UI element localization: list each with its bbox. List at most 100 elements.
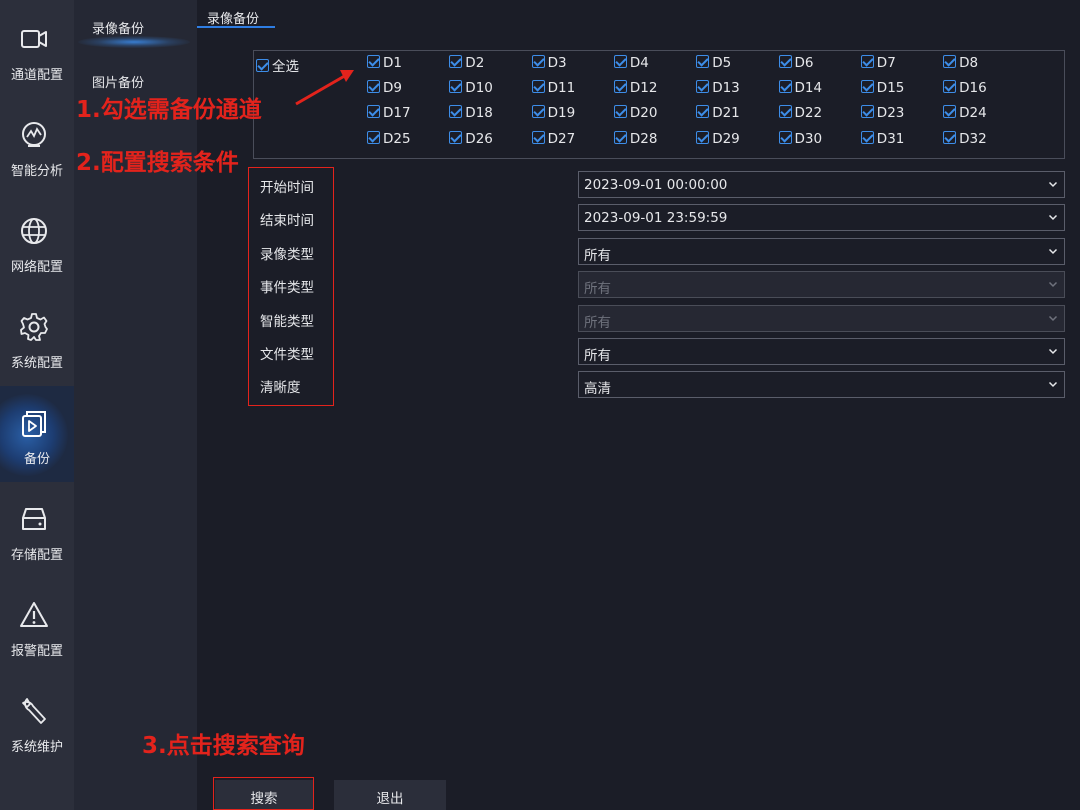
nav-label: 系统配置 <box>10 356 63 371</box>
field-select[interactable]: 2023-09-01 00:00:00 <box>578 171 1065 198</box>
channel-checkbox[interactable]: D13 <box>696 80 740 96</box>
channel-checkbox[interactable]: D10 <box>449 80 493 96</box>
checkbox-label: D18 <box>465 105 493 122</box>
annotation-labels-box <box>248 167 334 406</box>
channel-checkbox[interactable]: D16 <box>943 80 987 96</box>
checkbox-checked-icon <box>613 80 627 94</box>
checkbox-label: D13 <box>712 80 740 97</box>
storage-icon <box>22 508 46 530</box>
channel-checkbox[interactable]: D3 <box>531 55 567 71</box>
select-value: 所有 <box>584 348 611 364</box>
nav-item-system-maintenance[interactable]: 系统维护 <box>0 674 74 770</box>
wrench-icon <box>22 698 46 724</box>
checkbox-label: D15 <box>876 80 905 97</box>
nav-item-alarm-config[interactable]: 报警配置 <box>0 578 74 674</box>
channel-checkbox[interactable]: D24 <box>943 105 987 121</box>
chevron-down-icon <box>1048 181 1058 188</box>
submenu-video-backup[interactable]: 录像备份 <box>92 18 144 37</box>
chevron-down-icon <box>1048 348 1058 355</box>
checkbox-label: D25 <box>383 130 411 147</box>
checkbox-checked-icon <box>860 80 874 94</box>
channel-checkbox[interactable]: D17 <box>367 105 411 121</box>
checkbox-checked-icon <box>613 105 627 119</box>
channel-checkbox[interactable]: D27 <box>531 130 575 147</box>
nav-item-channel-config[interactable]: 通道配置 <box>0 2 74 98</box>
nav-item-system-config[interactable]: 系统配置 <box>0 290 74 386</box>
channel-checkbox[interactable]: D21 <box>696 105 740 121</box>
channel-checkbox[interactable]: D18 <box>449 105 493 121</box>
nav-item-storage-config[interactable]: 存储配置 <box>0 482 74 578</box>
select-value: 2023-09-01 23:59:59 <box>584 210 728 226</box>
channel-checkbox[interactable]: D5 <box>696 55 731 71</box>
channel-checkbox[interactable]: D20 <box>613 105 658 122</box>
channel-checkbox[interactable]: D31 <box>860 130 904 147</box>
submenu-picture-backup[interactable]: 图片备份 <box>92 72 144 91</box>
nav-label: 网络配置 <box>10 260 63 275</box>
checkbox-label: D23 <box>876 105 905 122</box>
channel-checkbox[interactable]: D22 <box>778 105 823 122</box>
channel-checkbox[interactable]: D14 <box>778 80 822 96</box>
channel-checkbox[interactable]: D23 <box>860 105 905 122</box>
channel-checkbox[interactable]: D11 <box>531 80 575 96</box>
channel-checkbox[interactable]: D30 <box>778 130 822 147</box>
annotation-arrow <box>295 70 354 106</box>
channel-checkbox[interactable]: D19 <box>531 105 575 121</box>
checkbox-label: D29 <box>712 130 740 147</box>
field-select[interactable]: 高清 <box>578 371 1065 398</box>
nav-item-smart-analysis[interactable]: 智能分析 <box>0 98 74 194</box>
chevron-down-icon <box>1048 315 1058 322</box>
channel-checkbox[interactable]: D1 <box>367 55 402 71</box>
checkbox-checked-icon <box>860 55 874 68</box>
select-value: 高清 <box>584 381 611 397</box>
channel-checkbox[interactable]: D2 <box>449 55 484 71</box>
checkbox-checked-icon <box>449 55 463 68</box>
channel-checkbox[interactable]: D26 <box>449 130 493 147</box>
checkbox-checked-icon <box>696 80 710 94</box>
field-select[interactable]: 所有 <box>578 238 1065 265</box>
exit-button[interactable]: 退出 <box>334 780 446 810</box>
channel-checkbox[interactable]: D8 <box>943 55 978 71</box>
nav-label: 报警配置 <box>10 644 63 659</box>
checkbox-checked-icon <box>613 130 627 144</box>
select-value: 所有 <box>584 281 611 297</box>
channel-checkbox[interactable]: D6 <box>778 55 813 71</box>
nav-item-backup[interactable]: 备份 <box>0 386 74 482</box>
checkbox-checked-icon <box>367 80 380 94</box>
checkbox-checked-icon <box>943 130 957 144</box>
tab-underline <box>197 26 275 28</box>
channel-checkbox[interactable]: D29 <box>696 130 740 147</box>
field-select: 所有 <box>578 271 1065 298</box>
channel-checkbox[interactable]: D25 <box>367 130 411 147</box>
checkbox-checked-icon <box>778 130 792 144</box>
checkbox-checked-icon <box>860 105 874 119</box>
checkbox-checked-icon <box>531 105 545 119</box>
channel-checkbox[interactable]: D15 <box>860 80 905 97</box>
checkbox-checked-icon <box>531 80 545 94</box>
checkbox-checked-icon <box>449 130 463 144</box>
channel-checkbox[interactable]: D4 <box>613 55 649 71</box>
channel-checkbox[interactable]: D32 <box>943 130 987 147</box>
annotation-step3: 3.点击搜索查询 <box>142 733 305 759</box>
channel-checkbox[interactable]: D12 <box>613 80 658 97</box>
field-select[interactable]: 所有 <box>578 338 1065 365</box>
nav-label: 备份 <box>23 452 50 467</box>
checkbox-checked-icon <box>696 105 710 119</box>
channel-checkbox[interactable]: D7 <box>860 55 896 71</box>
checkbox-label: D20 <box>629 105 658 122</box>
nav-item-network-config[interactable]: 网络配置 <box>0 194 74 290</box>
field-select[interactable]: 2023-09-01 23:59:59 <box>578 204 1065 231</box>
nav-label: 智能分析 <box>10 164 63 179</box>
checkbox-checked-icon <box>778 80 792 94</box>
channel-checkbox[interactable]: D9 <box>367 80 402 96</box>
checkbox-checked-icon <box>531 130 545 144</box>
checkbox-label: D12 <box>629 80 658 97</box>
checkbox-label: D16 <box>959 80 987 97</box>
checkbox-checked-icon <box>943 80 957 94</box>
checkbox-checked-icon <box>943 105 957 119</box>
gear-icon <box>20 313 48 341</box>
checkbox-checked-icon <box>531 55 545 68</box>
checkbox-checked-icon <box>256 59 269 72</box>
channel-checkbox[interactable]: D28 <box>613 130 657 147</box>
channel-selector: 全选 D1 D2 D3 D4 D5 D6 D7 D8 D9 D10 D11 D12 D13 D14 D15 D1… <box>253 50 1065 159</box>
checkbox-label: D22 <box>794 105 823 122</box>
